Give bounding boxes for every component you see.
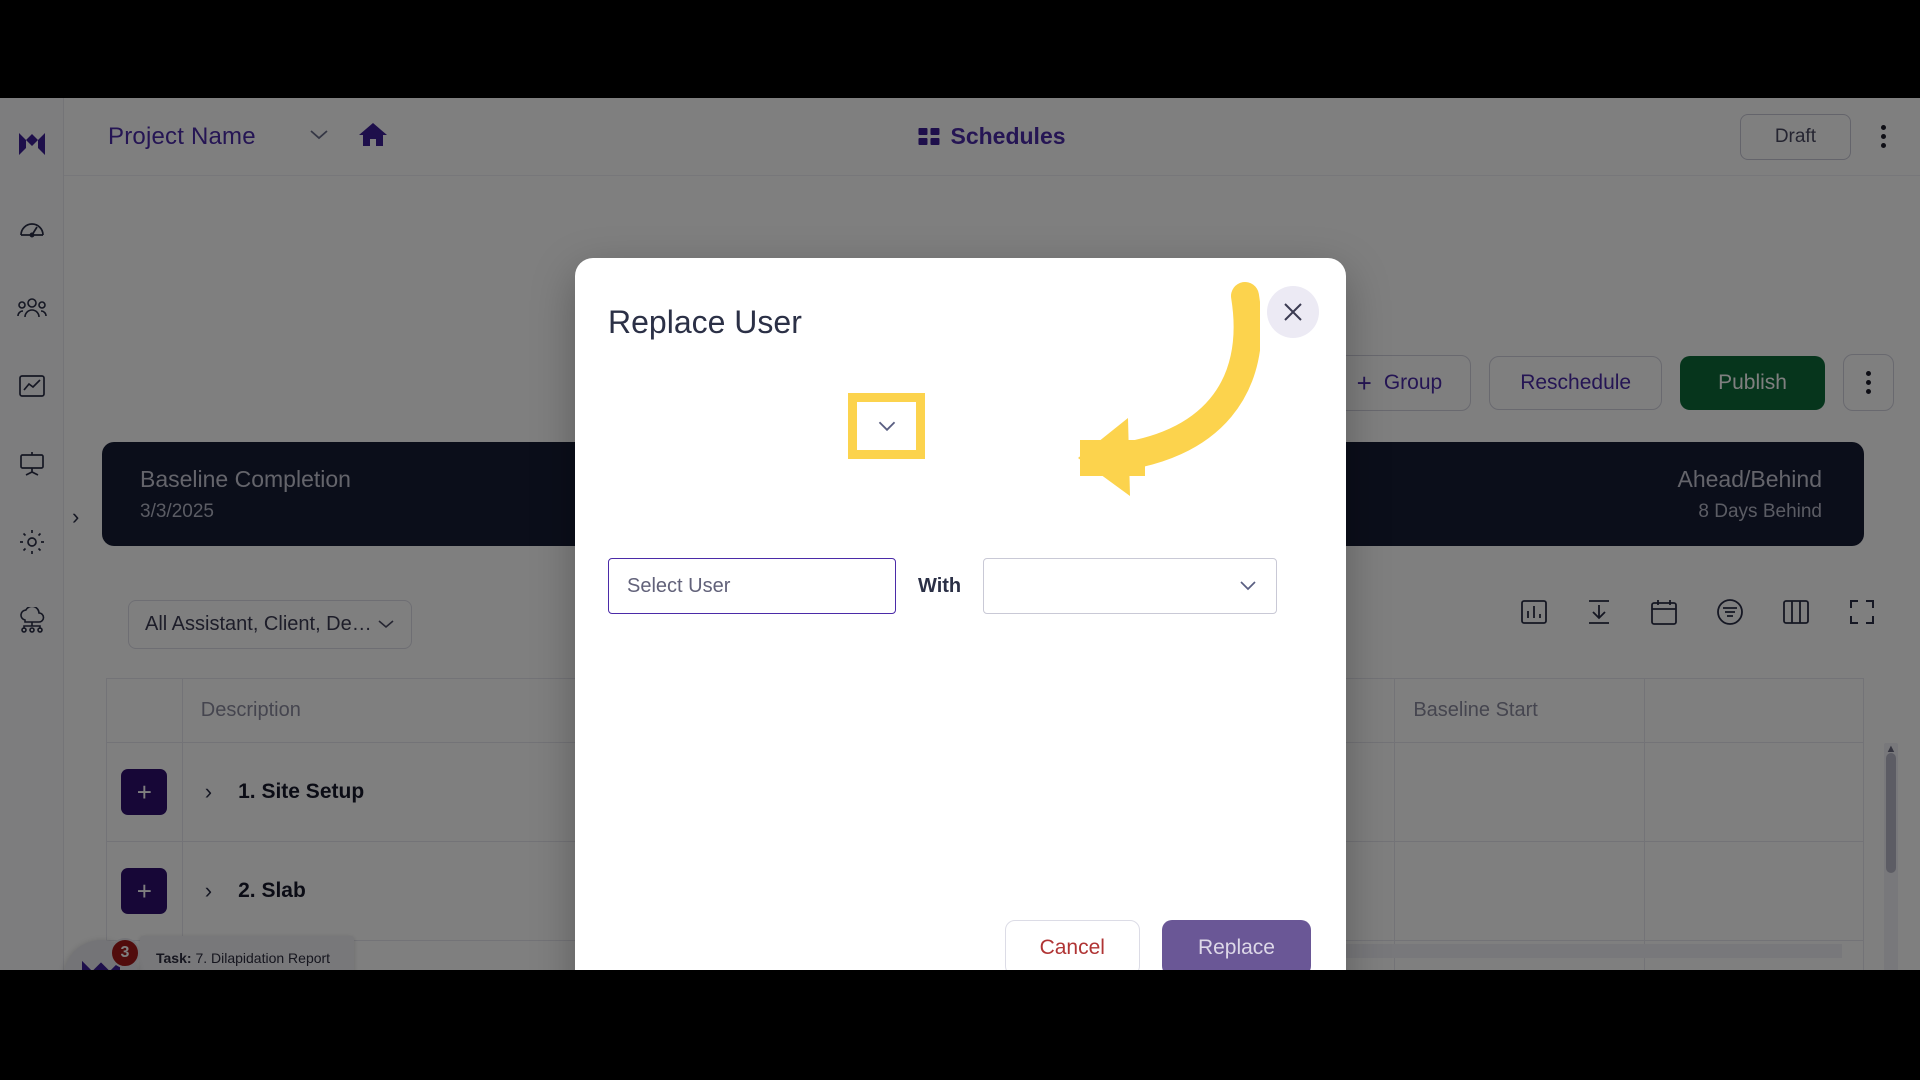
close-icon[interactable] xyxy=(1267,286,1319,338)
application-window: Project Name Schedules Draft + Group xyxy=(0,98,1920,970)
replace-button[interactable]: Replace xyxy=(1161,920,1311,970)
with-label: With xyxy=(918,574,962,597)
select-user-dropdown[interactable]: Select User xyxy=(608,558,896,614)
screen: Project Name Schedules Draft + Group xyxy=(0,0,1920,1080)
chevron-down-icon xyxy=(1238,575,1258,598)
replace-user-fields: Select User With xyxy=(608,558,1278,614)
replace-user-modal: Replace User Select User With Cancel Rep xyxy=(575,258,1346,970)
modal-title: Replace User xyxy=(608,304,802,340)
select-user-chevron-highlight[interactable] xyxy=(848,393,925,459)
modal-actions: Cancel Replace xyxy=(1004,920,1311,970)
select-user-placeholder: Select User xyxy=(627,574,731,597)
cancel-button[interactable]: Cancel xyxy=(1004,920,1140,970)
select-replacement-dropdown[interactable] xyxy=(983,558,1278,614)
